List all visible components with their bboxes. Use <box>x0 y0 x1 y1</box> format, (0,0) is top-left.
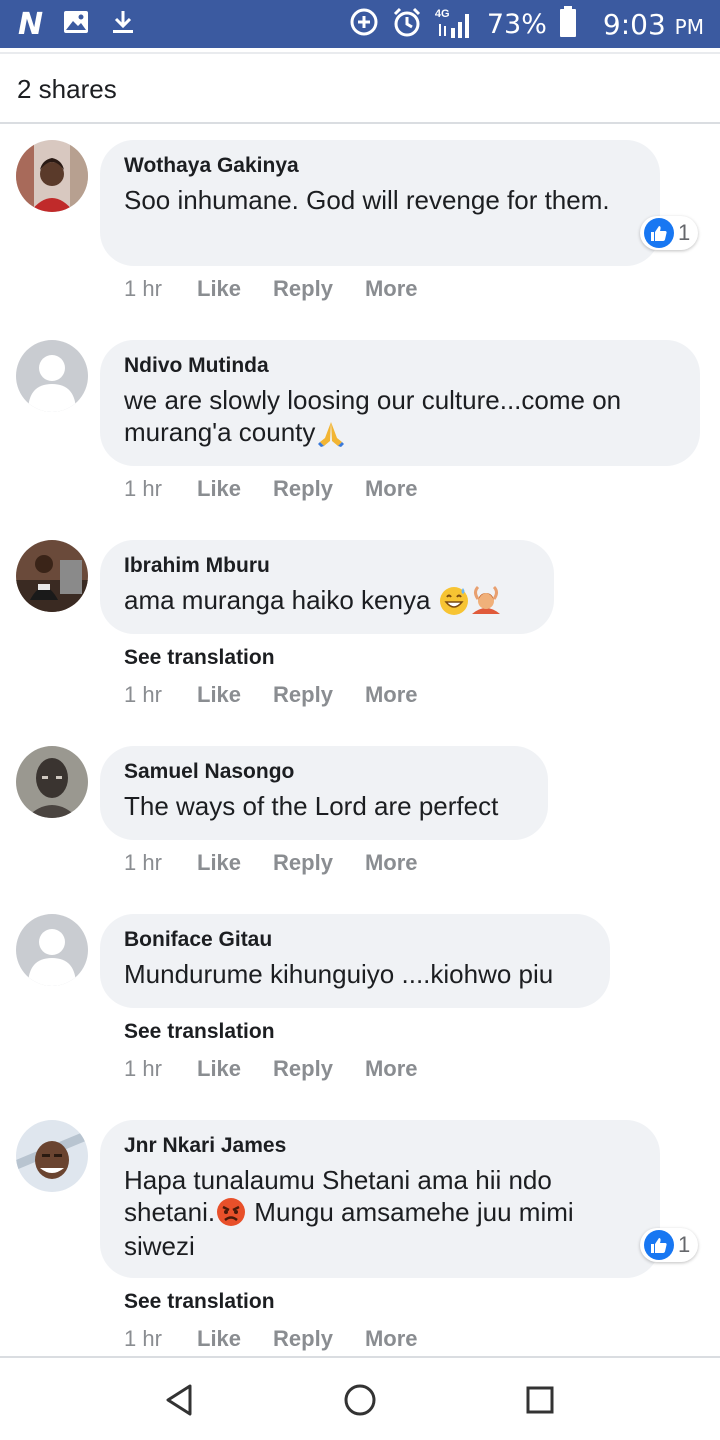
comment-time: 1 hr <box>124 276 162 301</box>
comment-text: we are slowly loosing our culture...come… <box>124 385 622 448</box>
like-button[interactable]: Like <box>197 682 241 708</box>
reply-button[interactable]: Reply <box>273 276 333 302</box>
back-icon[interactable] <box>160 1380 200 1420</box>
comment-actions: 1 hr Like Reply More <box>124 850 450 876</box>
folded-hands-emoji-icon <box>315 416 347 448</box>
more-button[interactable]: More <box>365 1056 418 1082</box>
reaction-summary[interactable]: 1 <box>640 216 699 250</box>
comment-bubble[interactable]: Ndivo Mutinda we are slowly loosing our … <box>100 340 700 466</box>
recents-icon[interactable] <box>520 1380 560 1420</box>
comment-time: 1 hr <box>124 682 162 707</box>
like-reaction-icon <box>644 1230 674 1260</box>
signal-icon: 4G <box>435 8 475 40</box>
comment-text: Soo inhumane. God will revenge for them. <box>124 185 610 215</box>
like-button[interactable]: Like <box>197 276 241 302</box>
data-saver-icon <box>349 7 379 42</box>
comment-text: Mundurume kihunguiyo ....kiohwo piu <box>124 959 554 989</box>
comment-bubble[interactable]: Ibrahim Mburu ama muranga haiko kenya <box>100 540 554 634</box>
clock: 9:03 PM <box>602 7 704 41</box>
comment-bubble[interactable]: Jnr Nkari James Hapa tunalaumu Shetani a… <box>100 1120 660 1278</box>
see-translation-link[interactable]: See translation <box>124 646 275 670</box>
comment-author[interactable]: Samuel Nasongo <box>124 759 524 785</box>
comment-text: ama muranga haiko kenya <box>124 584 530 618</box>
avatar[interactable] <box>16 1120 88 1192</box>
more-button[interactable]: More <box>365 476 418 502</box>
comment-bubble[interactable]: Boniface Gitau Mundurume kihunguiyo ....… <box>100 914 610 1008</box>
n-app-icon: N <box>18 6 43 42</box>
comment-author[interactable]: Ibrahim Mburu <box>124 553 530 579</box>
more-button[interactable]: More <box>365 682 418 708</box>
comment-author[interactable]: Ndivo Mutinda <box>124 353 676 379</box>
comment-text: The ways of the Lord are perfect <box>124 791 499 821</box>
avatar[interactable] <box>16 746 88 818</box>
reaction-summary[interactable]: 1 <box>640 1228 699 1262</box>
alarm-icon <box>391 6 423 43</box>
comment-time: 1 hr <box>124 850 162 875</box>
shares-count[interactable]: 2 shares <box>17 74 117 105</box>
like-button[interactable]: Like <box>197 850 241 876</box>
comment-author[interactable]: Wothaya Gakinya <box>124 153 636 179</box>
avatar[interactable] <box>16 540 88 612</box>
image-icon <box>63 10 89 39</box>
comment-time: 1 hr <box>124 1326 162 1351</box>
angry-face-emoji-icon <box>215 1196 247 1228</box>
comment-bubble[interactable]: Wothaya Gakinya Soo inhumane. God will r… <box>100 140 660 266</box>
comment-actions: 1 hr Like Reply More <box>124 1056 450 1082</box>
battery-percent: 73% <box>486 8 547 40</box>
avatar[interactable] <box>16 914 88 986</box>
more-button[interactable]: More <box>365 276 418 302</box>
like-button[interactable]: Like <box>197 1056 241 1082</box>
home-icon[interactable] <box>340 1380 380 1420</box>
status-bar: N 4G 73% 9:03 PM <box>0 0 720 48</box>
comment-time: 1 hr <box>124 1056 162 1081</box>
avatar[interactable] <box>16 140 88 212</box>
more-button[interactable]: More <box>365 1326 418 1352</box>
reply-button[interactable]: Reply <box>273 476 333 502</box>
download-icon <box>111 9 135 40</box>
see-translation-link[interactable]: See translation <box>124 1020 275 1044</box>
comment-actions: 1 hr Like Reply More <box>124 682 450 708</box>
comment-actions: 1 hr Like Reply More <box>124 276 450 302</box>
navigation-bar <box>0 1356 720 1440</box>
person-gesturing-ok-emoji-icon <box>470 584 502 616</box>
like-reaction-icon <box>644 218 674 248</box>
reaction-count: 1 <box>678 1232 691 1257</box>
battery-icon <box>559 5 577 43</box>
reply-button[interactable]: Reply <box>273 850 333 876</box>
comment-actions: 1 hr Like Reply More <box>124 476 450 502</box>
shares-row[interactable]: 2 shares <box>0 52 720 124</box>
more-button[interactable]: More <box>365 850 418 876</box>
see-translation-link[interactable]: See translation <box>124 1290 275 1314</box>
comment-author[interactable]: Boniface Gitau <box>124 927 586 953</box>
avatar[interactable] <box>16 340 88 412</box>
comment-actions: 1 hr Like Reply More <box>124 1326 450 1352</box>
comment-author[interactable]: Jnr Nkari James <box>124 1133 636 1159</box>
reaction-count: 1 <box>678 220 691 245</box>
grinning-sweat-emoji-icon <box>438 584 470 616</box>
reply-button[interactable]: Reply <box>273 682 333 708</box>
comment-time: 1 hr <box>124 476 162 501</box>
reply-button[interactable]: Reply <box>273 1326 333 1352</box>
comment-text: Hapa tunalaumu Shetani ama hii ndo sheta… <box>124 1165 574 1262</box>
like-button[interactable]: Like <box>197 1326 241 1352</box>
reply-button[interactable]: Reply <box>273 1056 333 1082</box>
comment-bubble[interactable]: Samuel Nasongo The ways of the Lord are … <box>100 746 548 840</box>
like-button[interactable]: Like <box>197 476 241 502</box>
